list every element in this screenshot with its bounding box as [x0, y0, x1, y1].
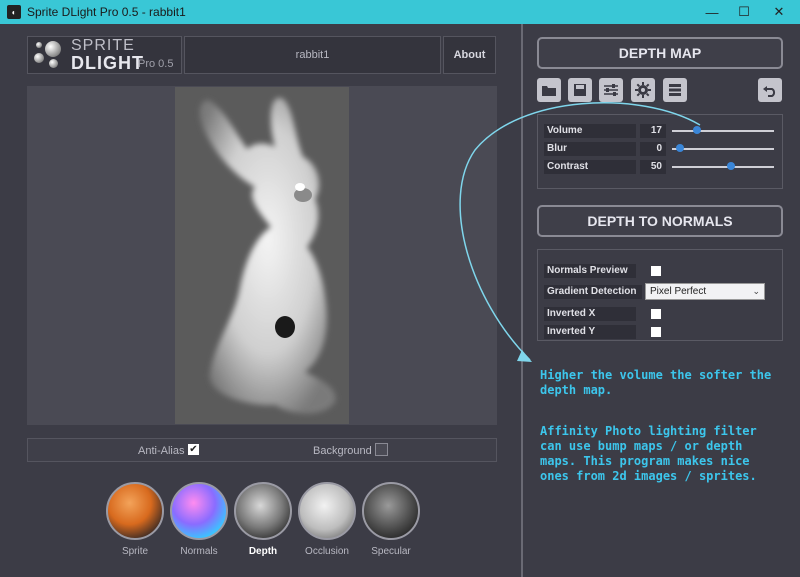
contrast-value: 50: [640, 160, 666, 174]
preview-canvas[interactable]: [27, 86, 497, 425]
window-title: Sprite DLight Pro 0.5 - rabbit1: [27, 5, 186, 19]
annotation-volume-note: Higher the volume the softer the depth m…: [540, 368, 772, 397]
sliders-icon[interactable]: [599, 78, 623, 102]
mode-specular-button[interactable]: [362, 482, 420, 540]
inverted-y-checkbox[interactable]: [651, 327, 661, 337]
blur-label: Blur: [544, 142, 636, 156]
volume-value: 17: [640, 124, 666, 138]
contrast-label: Contrast: [544, 160, 636, 174]
folder-open-icon[interactable]: [537, 78, 561, 102]
window-titlebar: ◐ Sprite DLight Pro 0.5 - rabbit1 — ☐ ✕: [0, 0, 800, 24]
blur-slider[interactable]: [672, 148, 774, 150]
mode-specular-label: Specular: [371, 546, 411, 557]
gear-icon[interactable]: [631, 78, 655, 102]
app-icon: ◐: [7, 5, 21, 19]
mode-sprite-button[interactable]: [106, 482, 164, 540]
minimize-button[interactable]: —: [695, 0, 729, 24]
contrast-slider[interactable]: [672, 166, 774, 168]
logo-line1: SPRITE: [71, 37, 135, 54]
normals-settings-group: Normals Preview Gradient Detection Pixel…: [537, 249, 783, 341]
inverted-y-label: Inverted Y: [544, 325, 636, 339]
blur-slider-knob[interactable]: [676, 144, 684, 152]
depth-map-image: [175, 87, 349, 424]
volume-slider[interactable]: [672, 130, 774, 132]
volume-label: Volume: [544, 124, 636, 138]
inverted-y-row: Inverted Y: [544, 325, 780, 339]
mode-occlusion-button[interactable]: [298, 482, 356, 540]
depth-settings-group: Volume 17 Blur 0 Contrast 50: [537, 114, 783, 189]
gradient-detection-value: Pixel Perfect: [650, 286, 707, 297]
close-button[interactable]: ✕: [762, 0, 796, 24]
depth-to-normals-button[interactable]: DEPTH TO NORMALS: [537, 205, 783, 237]
version-label: Pro 0.5: [138, 58, 174, 70]
depth-map-button[interactable]: DEPTH MAP: [537, 37, 783, 69]
undo-icon[interactable]: [758, 78, 782, 102]
filename-label: rabbit1: [184, 36, 441, 74]
normals-preview-label: Normals Preview: [544, 264, 636, 278]
anti-alias-checkbox[interactable]: ✔: [188, 444, 199, 455]
inverted-x-checkbox[interactable]: [651, 309, 661, 319]
anti-alias-label: Anti-Alias: [138, 445, 185, 457]
background-checkbox[interactable]: [375, 443, 388, 456]
save-icon[interactable]: [568, 78, 592, 102]
background-label: Background: [313, 445, 372, 457]
layers-icon[interactable]: [663, 78, 687, 102]
logo-line2: DLIGHT: [71, 53, 144, 73]
gradient-detection-row: Gradient Detection Pixel Perfect ⌄: [544, 283, 780, 300]
blur-row: Blur 0: [544, 142, 780, 156]
inverted-x-label: Inverted X: [544, 307, 636, 321]
blur-value: 0: [640, 142, 666, 156]
volume-row: Volume 17: [544, 124, 780, 138]
about-button[interactable]: About: [443, 36, 496, 74]
chevron-down-icon: ⌄: [752, 286, 760, 296]
contrast-slider-knob[interactable]: [727, 162, 735, 170]
contrast-row: Contrast 50: [544, 160, 780, 174]
left-pane: SPRITE DLIGHT Pro 0.5 rabbit1 About Anti…: [0, 24, 521, 577]
annotation-affinity-note: Affinity Photo lighting filter can use b…: [540, 424, 757, 483]
normals-preview-row: Normals Preview: [544, 264, 780, 278]
app-logo: SPRITE DLIGHT Pro 0.5: [27, 36, 182, 74]
volume-slider-knob[interactable]: [693, 126, 702, 134]
gradient-detection-select[interactable]: Pixel Perfect ⌄: [645, 283, 765, 300]
logo-bubbles-icon: [31, 37, 67, 73]
right-pane: DEPTH MAP Volume 17 Blur 0 Contrast 50 D…: [523, 24, 800, 577]
normals-preview-checkbox[interactable]: [651, 266, 661, 276]
mode-depth-button[interactable]: [234, 482, 292, 540]
mode-normals-button[interactable]: [170, 482, 228, 540]
gradient-detection-label: Gradient Detection: [544, 285, 642, 299]
inverted-x-row: Inverted X: [544, 307, 780, 321]
options-bar: Anti-Alias ✔ Background: [27, 438, 497, 462]
maximize-button[interactable]: ☐: [727, 0, 761, 24]
